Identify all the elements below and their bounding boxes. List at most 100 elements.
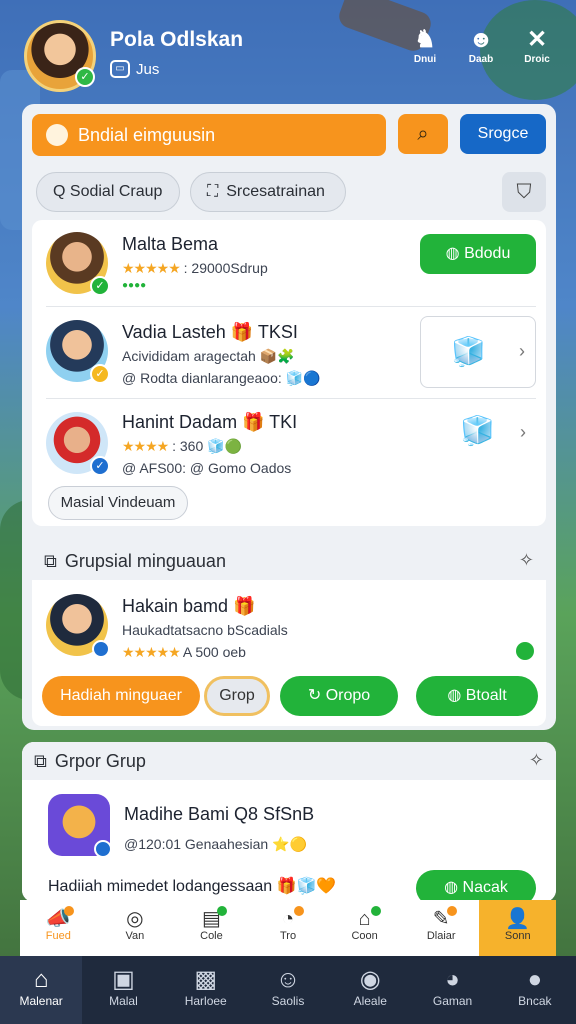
friends-icon: ☻ — [468, 26, 494, 53]
profile-icon: ● — [527, 966, 543, 993]
nav-label: Malenar — [19, 994, 63, 1008]
tools-icon: ✕ — [526, 26, 548, 53]
group-meta: ★★★★★ A 500 oeb — [122, 644, 246, 661]
pin-icon[interactable]: ✧ — [519, 550, 534, 571]
house-icon: ⌂ — [358, 908, 371, 930]
chevron-right-icon: › — [519, 341, 525, 361]
group2-section-title: Grpor Grup — [54, 750, 146, 771]
list-item[interactable]: ✓ Vadia Lasteh 🎁 TKSI Acivididam aragect… — [32, 308, 546, 398]
subnav-item-cole[interactable]: ▤ Cole — [173, 900, 250, 956]
group-button[interactable]: Grop — [204, 676, 270, 716]
user-status-text: Jus — [136, 60, 160, 78]
pin-icon[interactable]: ✧ — [529, 750, 544, 771]
list-item[interactable]: ✓ Malta Bema ★★★★★ : 29000Sdrup ●●●● ◍ B… — [32, 220, 546, 306]
subnav-item-van[interactable]: ◎ Van — [97, 900, 174, 956]
subnav-item-sonn[interactable]: 👤 Sonn — [479, 900, 557, 956]
subnav-item-feed[interactable]: 📣 Fued — [20, 900, 97, 956]
chat-icon: ◍ — [444, 879, 459, 896]
filter-chip-streams[interactable]: ⛶ Srcesatrainan — [190, 172, 346, 212]
nav-item-harloee[interactable]: ▩ Harloee — [165, 956, 247, 1024]
list-item[interactable]: ✓ Hanint Dadam 🎁 TKI ★★★★ : 360 🧊🟢 @ AFS… — [32, 400, 546, 480]
friend-action-button[interactable]: ◍ Bdodu — [420, 234, 536, 274]
search-input[interactable]: Bndial eimguusin — [32, 114, 386, 156]
nav-label: Malal — [109, 994, 138, 1008]
chat-button[interactable]: ◍ Btoalt — [416, 676, 538, 716]
friend-avatar: ✓ — [46, 232, 110, 296]
group2-person-name: Madihe Bami Q8 SfSnB — [124, 804, 315, 824]
filter-chip-social[interactable]: Q Sodial Craup — [36, 172, 180, 212]
friend-detail: @ AFS00: @ Gomo Oados — [122, 460, 292, 476]
friend-action-label: Bdodu — [464, 245, 511, 262]
header-friends-label: Daab — [468, 54, 494, 65]
status-dots: ●●●● — [122, 280, 147, 291]
rating-stars: ★★★★★ — [122, 644, 181, 660]
nav-item-bncak[interactable]: ● Bncak — [494, 956, 576, 1024]
megaphone-icon: 📣 — [45, 908, 71, 930]
group-description: Haukadtatsacno bScadials — [122, 622, 288, 638]
subnav-label: Tro — [279, 930, 297, 942]
header-tools-button[interactable]: ✕ Droic — [520, 26, 554, 65]
friend-name: Hanint Dadam 🎁 TKI — [122, 412, 298, 432]
store-icon: ▣ — [112, 966, 135, 993]
group2-section: ⧉ Grpor Grup ✧ Madihe Bami Q8 SfSnB @120… — [22, 742, 556, 902]
friend-score: : 29000Sdrup — [183, 260, 268, 276]
gift-group-button[interactable]: Hadiah minguaer — [42, 676, 200, 716]
main-panel: Bndial eimguusin ⌕ Srogce Q Sodial Craup… — [22, 104, 556, 730]
group2-section-header: ⧉ Grpor Grup ✧ — [22, 742, 556, 780]
gift-preview[interactable]: 🧊 › — [420, 316, 536, 388]
share-button[interactable]: ↻ Oropo — [280, 676, 398, 716]
group2-bottom-text: Hadiiah mimedet lodangessaan 🎁🧊🧡 — [48, 878, 337, 895]
friend-detail: @ Rodta dianlarangeaoo: 🧊🔵 — [122, 370, 321, 386]
home-icon: ⌂ — [33, 966, 49, 993]
group2-action-label: Nacak — [462, 879, 508, 896]
group-score: A 500 oeb — [182, 644, 246, 660]
nav-label: Harloee — [184, 994, 227, 1008]
second-panel: ⧉ Grpor Grup ✧ Madihe Bami Q8 SfSnB @120… — [22, 742, 556, 902]
nav-item-gaman[interactable]: ◕ Gaman — [411, 956, 493, 1024]
group-section-title: Grupsial minguauan — [64, 550, 226, 571]
nav-item-malal[interactable]: ▣ Malal — [82, 956, 164, 1024]
location-icon: ◉ — [359, 966, 381, 993]
verified-icon — [92, 640, 110, 658]
person-icon: 👤 — [505, 908, 531, 930]
subnav-label: Coon — [351, 930, 378, 942]
header-friends-button[interactable]: ☻ Daab — [464, 26, 498, 65]
search-placeholder: Bndial eimguusin — [78, 124, 216, 145]
nav-item-home[interactable]: ⌂ Malenar — [0, 956, 83, 1024]
friend-meta: ★★★★ : 360 🧊🟢 — [122, 438, 242, 455]
subnav-label: Fued — [45, 930, 71, 942]
chevron-right-icon[interactable]: › — [520, 422, 526, 443]
primary-action-button[interactable]: Srogce — [460, 114, 546, 154]
share-icon: ↻ — [307, 687, 322, 704]
compass-icon: ◎ — [126, 908, 144, 930]
gallery-icon: ▩ — [194, 966, 218, 993]
friend-activity: Acivididam aragectah 📦🧩 — [122, 348, 295, 364]
search-button[interactable]: ⌕ — [398, 114, 448, 154]
header-game-label: Dnui — [413, 54, 437, 65]
nav-label: Saolis — [271, 994, 305, 1008]
group-icon: ⧉ — [34, 750, 47, 771]
rating-stars: ★★★★★ — [122, 260, 181, 276]
user-status: ▭ Jus — [110, 60, 159, 78]
more-friends-button[interactable]: Masial Vindeuam — [48, 486, 188, 520]
header-game-button[interactable]: ♞ Dnui — [408, 26, 442, 65]
share-label: Oropo — [325, 687, 371, 704]
header-tools-label: Droic — [524, 54, 550, 65]
divider — [46, 306, 536, 307]
nav-item-saolis[interactable]: ☺ Saolis — [247, 956, 329, 1024]
app-header: ✓ Pola Odlskan ▭ Jus ♞ Dnui ☻ Daab ✕ Dro… — [24, 18, 554, 94]
group2-action-button[interactable]: ◍ Nacak — [416, 870, 536, 902]
subnav-label: Sonn — [504, 930, 531, 942]
subnav-item-tro[interactable]: ◔ Tro — [250, 900, 327, 956]
nav-item-aleale[interactable]: ◉ Aleale — [329, 956, 411, 1024]
user-avatar[interactable]: ✓ — [24, 20, 96, 92]
status-dot-icon — [516, 642, 534, 660]
bookmark-icon[interactable]: ⛉ — [502, 172, 546, 212]
pencil-icon: ✎ — [432, 908, 450, 930]
friend-score: : 360 🧊🟢 — [172, 438, 242, 454]
subnav-item-dlaiar[interactable]: ✎ Dlaiar — [403, 900, 480, 956]
notification-dot — [370, 906, 381, 916]
list-icon: ▤ — [201, 908, 221, 930]
subnav-item-coon[interactable]: ⌂ Coon — [326, 900, 403, 956]
gift-cubes-icon[interactable]: 🧊 — [460, 414, 495, 447]
